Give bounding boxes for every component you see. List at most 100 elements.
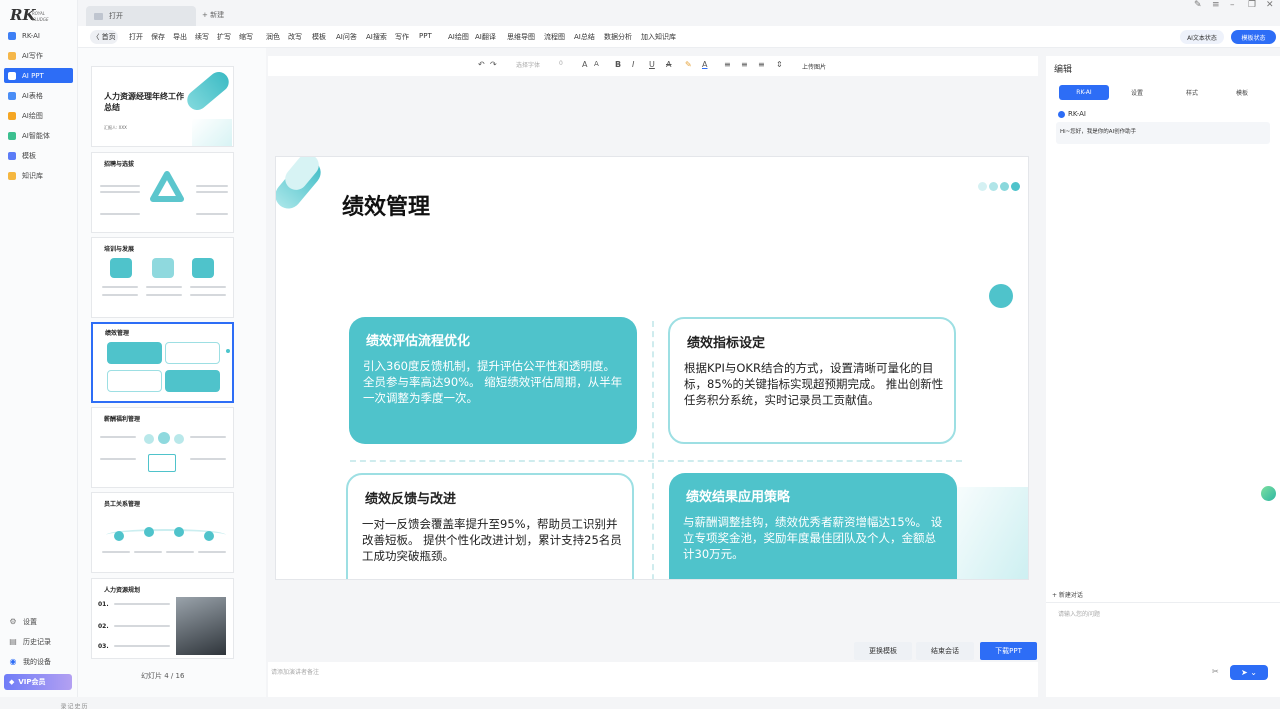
assistant-float-icon[interactable] bbox=[1261, 486, 1276, 501]
card-body[interactable]: 引入360度反馈机制，提升评估公平性和透明度。全员参与率高达90%。 缩短绩效评… bbox=[363, 358, 625, 406]
slide-thumbnail-selected[interactable]: 绩效管理 bbox=[91, 322, 234, 403]
content-card[interactable]: 绩效结果应用策略 与薪酬调整挂钩，绩效优秀者薪资增幅达15%。 设立专项奖金池，… bbox=[669, 473, 957, 579]
undo-icon[interactable]: ↶ bbox=[478, 60, 485, 69]
sidebar-item-5[interactable]: AI绘图 bbox=[4, 108, 73, 123]
tab-template[interactable]: 模板 bbox=[1218, 85, 1266, 100]
slide-title[interactable]: 绩效管理 bbox=[342, 189, 430, 221]
sidebar-item-7[interactable]: 模板 bbox=[4, 148, 73, 163]
upload-image-button[interactable]: 上传图片 bbox=[802, 62, 826, 71]
slide-counter: 幻灯片 4 / 16 bbox=[141, 672, 185, 680]
maximize-icon[interactable]: ❐ bbox=[1248, 0, 1256, 10]
toolbar-item[interactable]: AI总结 bbox=[574, 32, 595, 42]
document-tab[interactable]: 打开 bbox=[86, 6, 196, 26]
toolbar-item[interactable]: 打开 bbox=[129, 32, 143, 42]
speaker-notes[interactable]: 请添加演讲者备注 bbox=[268, 662, 1038, 697]
sidebar-item-6[interactable]: AI智能体 bbox=[4, 128, 73, 143]
font-size-select[interactable]: 0 bbox=[559, 60, 563, 67]
content-card[interactable]: 绩效指标设定 根据KPI与OKR结合的方式，设置清晰可量化的目标，85%的关键指… bbox=[668, 317, 956, 444]
sidebar-item-3[interactable]: AI PPT bbox=[4, 68, 73, 83]
toolbar-item[interactable]: 润色 bbox=[266, 32, 280, 42]
menu-icon[interactable]: ≡ bbox=[1212, 0, 1220, 10]
font-color-icon[interactable]: A bbox=[702, 60, 707, 69]
tab-rk-ai[interactable]: RK-AI bbox=[1059, 85, 1109, 100]
sidebar-item-8[interactable]: 知识库 bbox=[4, 168, 73, 183]
close-icon[interactable]: ✕ bbox=[1266, 0, 1274, 10]
edit-icon[interactable]: ✎ bbox=[1194, 0, 1202, 10]
card-heading[interactable]: 绩效指标设定 bbox=[687, 332, 765, 351]
line-spacing-icon[interactable]: ⇕ bbox=[776, 60, 783, 69]
tab-settings[interactable]: 设置 bbox=[1113, 85, 1161, 100]
template-icon bbox=[8, 151, 16, 160]
redo-icon[interactable]: ↷ bbox=[490, 60, 497, 69]
toolbar-item[interactable]: AI问答 bbox=[336, 32, 357, 42]
font-grow-icon[interactable]: A bbox=[582, 60, 587, 69]
highlight-icon[interactable]: ✎ bbox=[685, 60, 692, 69]
home-button[interactable]: 〈 首页 bbox=[90, 30, 118, 44]
sidebar-settings[interactable]: ⚙ 设置 bbox=[4, 614, 73, 629]
toolbar-item[interactable]: 扩写 bbox=[217, 32, 231, 42]
ai-status-button[interactable]: AI文本状态 bbox=[1180, 30, 1224, 44]
end-session-button[interactable]: 结束会话 bbox=[916, 642, 974, 660]
toolbar-item[interactable]: 续写 bbox=[195, 32, 209, 42]
card-heading[interactable]: 绩效结果应用策略 bbox=[686, 486, 790, 505]
bold-icon[interactable]: B bbox=[615, 60, 621, 69]
toolbar-item[interactable]: AI搜索 bbox=[366, 32, 387, 42]
sidebar-item-4[interactable]: AI表格 bbox=[4, 88, 73, 103]
sidebar-item-1[interactable]: RK-AI bbox=[4, 28, 73, 43]
toolbar-item[interactable]: AI翻译 bbox=[475, 32, 496, 42]
template-mode-button[interactable]: 模板状态 bbox=[1231, 30, 1276, 44]
slide-thumbnail[interactable]: 人力资源规划 01. 02. 03. bbox=[91, 578, 234, 659]
tools-icon[interactable]: ✂ bbox=[1212, 667, 1219, 676]
sidebar-item-2[interactable]: AI写作 bbox=[4, 48, 73, 63]
toolbar-item[interactable]: AI绘图 bbox=[448, 32, 469, 42]
toolbar-item[interactable]: 导出 bbox=[173, 32, 187, 42]
slide-thumbnail[interactable]: 培训与发展 bbox=[91, 237, 234, 318]
vip-button[interactable]: ◆ VIP会员 bbox=[4, 674, 72, 690]
card-body[interactable]: 根据KPI与OKR结合的方式，设置清晰可量化的目标，85%的关键指标实现超预期完… bbox=[684, 360, 946, 408]
strikethrough-icon[interactable]: A bbox=[666, 60, 671, 69]
chat-input-area[interactable]: 请输入您的问题 bbox=[1046, 602, 1280, 697]
align-right-icon[interactable]: ≡ bbox=[758, 60, 765, 69]
card-body[interactable]: 与薪酬调整挂钩，绩效优秀者薪资增幅达15%。 设立专项奖金池，奖励年度最佳团队及… bbox=[683, 514, 945, 562]
toolbar-item[interactable]: PPT bbox=[419, 32, 432, 40]
tab-style[interactable]: 样式 bbox=[1168, 85, 1216, 100]
slide-thumbnail[interactable]: 薪酬福利管理 bbox=[91, 407, 234, 488]
card-heading[interactable]: 绩效反馈与改进 bbox=[365, 488, 456, 507]
font-family-select[interactable]: 选择字体 bbox=[516, 60, 540, 69]
toolbar-item[interactable]: 思维导图 bbox=[507, 32, 535, 42]
send-button[interactable]: ➤ ⌄ bbox=[1230, 665, 1268, 680]
divider-line bbox=[350, 460, 962, 462]
slide-thumbnail[interactable]: 人力资源经理年终工作总结 汇报人: XXX bbox=[91, 66, 234, 147]
toolbar-item[interactable]: 数据分析 bbox=[604, 32, 632, 42]
history-label[interactable]: 历史记录 bbox=[59, 703, 87, 709]
slide[interactable]: 绩效管理 绩效评估流程优化 引入360度反馈机制，提升评估公平性和透明度。全员参… bbox=[275, 156, 1029, 580]
new-tab-button[interactable]: + 新建 bbox=[202, 10, 224, 20]
underline-icon[interactable]: U bbox=[649, 60, 655, 69]
content-card[interactable]: 绩效评估流程优化 引入360度反馈机制，提升评估公平性和透明度。全员参与率高达9… bbox=[349, 317, 637, 444]
content-card[interactable]: 绩效反馈与改进 一对一反馈会覆盖率提升至95%，帮助员工识别并改善短板。 提供个… bbox=[346, 473, 634, 579]
font-shrink-icon[interactable]: A bbox=[594, 60, 599, 68]
toolbar-item[interactable]: 模板 bbox=[312, 32, 326, 42]
card-body[interactable]: 一对一反馈会覆盖率提升至95%，帮助员工识别并改善短板。 提供个性化改进计划，累… bbox=[362, 516, 624, 564]
italic-icon[interactable]: I bbox=[632, 60, 634, 69]
notes-input[interactable]: 请添加演讲者备注 bbox=[271, 667, 319, 676]
align-left-icon[interactable]: ≡ bbox=[724, 60, 731, 69]
sidebar-devices[interactable]: ◉ 我的设备 bbox=[4, 654, 73, 669]
toolbar-item[interactable]: 缩写 bbox=[239, 32, 253, 42]
change-template-button[interactable]: 更换模板 bbox=[854, 642, 912, 660]
card-heading[interactable]: 绩效评估流程优化 bbox=[366, 330, 470, 349]
toolbar-item[interactable]: 写作 bbox=[395, 32, 409, 42]
toolbar-item[interactable]: 改写 bbox=[288, 32, 302, 42]
new-chat-button[interactable]: + 新建对话 bbox=[1052, 590, 1083, 599]
slide-thumbnail[interactable]: 员工关系管理 bbox=[91, 492, 234, 573]
download-ppt-button[interactable]: 下载PPT bbox=[980, 642, 1037, 660]
sidebar-history[interactable]: ▤ 历史记录 bbox=[4, 634, 73, 649]
slide-thumbnail[interactable]: 招聘与选拔 bbox=[91, 152, 234, 233]
toolbar-item[interactable]: 流程图 bbox=[544, 32, 565, 42]
toolbar-item[interactable]: 加入知识库 bbox=[641, 32, 676, 42]
align-center-icon[interactable]: ≡ bbox=[741, 60, 748, 69]
toolbar-item[interactable]: 保存 bbox=[151, 32, 165, 42]
thumb-number: 01. bbox=[98, 601, 109, 608]
chat-input[interactable]: 请输入您的问题 bbox=[1058, 609, 1100, 618]
minimize-icon[interactable]: – bbox=[1230, 0, 1235, 10]
